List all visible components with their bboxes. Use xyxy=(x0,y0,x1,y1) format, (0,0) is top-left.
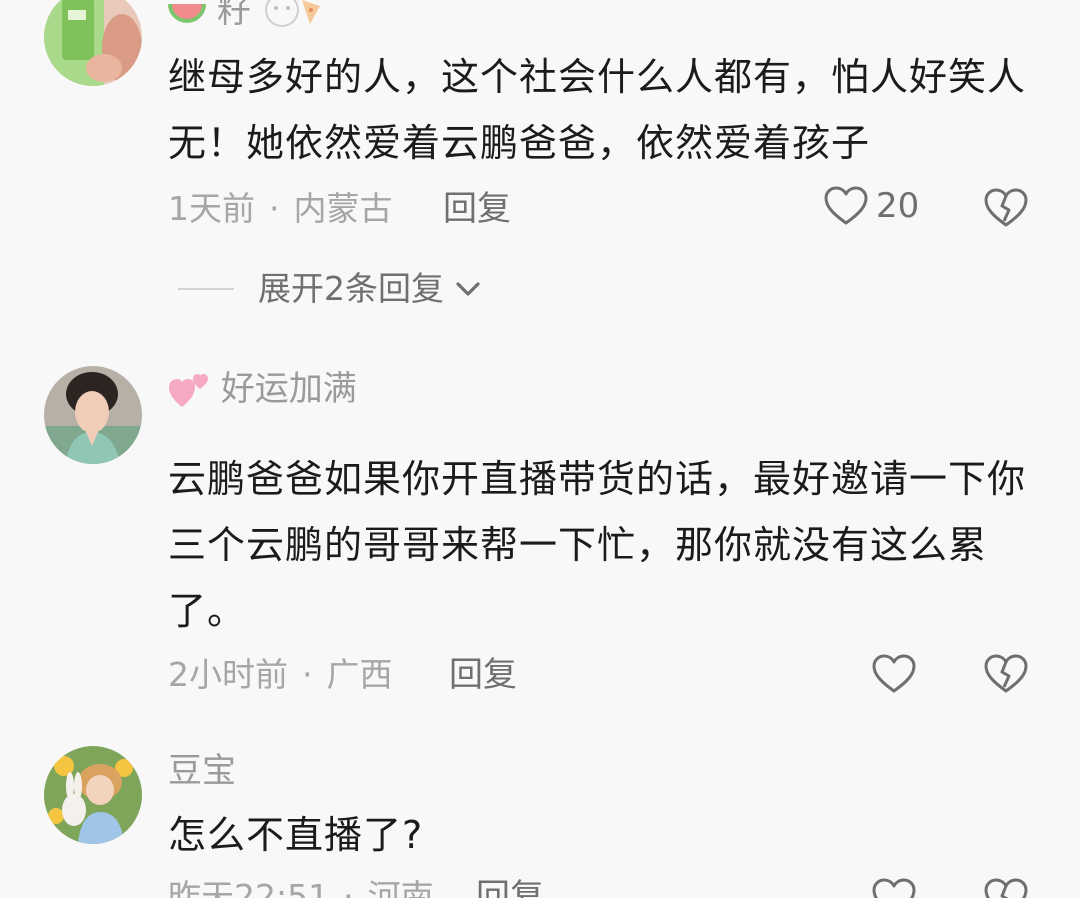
like-count: 20 xyxy=(876,186,920,226)
comment-location: 河南 xyxy=(367,877,434,898)
reply-button[interactable]: 回复 xyxy=(443,192,511,226)
username[interactable]: 籽 xyxy=(168,0,322,30)
avatar[interactable] xyxy=(44,366,142,464)
comment-text: 怎么不直播了? xyxy=(168,813,424,857)
heart-outline-icon xyxy=(872,654,916,693)
comment-meta: 昨天22:51 · 河南 xyxy=(168,880,434,898)
like-button[interactable] xyxy=(872,878,916,898)
expand-replies-button[interactable]: 展开2条回复 xyxy=(178,272,482,305)
username[interactable]: 好运加满 xyxy=(168,372,357,409)
comment-meta: 1天前 · 内蒙古 xyxy=(168,189,393,228)
comment-text: 继母多好的人，这个社会什么人都有，怕人好笑人无！她依然爱着云鹏爸爸，依然爱着孩子 xyxy=(168,55,1027,165)
reply-button[interactable]: 回复 xyxy=(449,658,517,692)
dislike-button[interactable] xyxy=(984,188,1028,232)
broken-heart-icon xyxy=(984,654,1028,693)
dislike-button[interactable] xyxy=(984,878,1028,898)
comment-list: 籽 继母多好的人，这个社会什么人都有，怕人好笑人无！她依然爱着云鹏爸爸，依然爱着… xyxy=(0,0,1080,898)
comment-time: 1天前 xyxy=(168,189,255,228)
expand-replies-label: 展开2条回复 xyxy=(258,269,444,308)
dislike-button[interactable] xyxy=(984,654,1028,698)
watermelon-emoji-icon xyxy=(168,3,206,23)
username-text: 好运加满 xyxy=(220,369,357,409)
comment-meta: 2小时前 · 广西 xyxy=(168,655,393,694)
username-text: 籽 xyxy=(216,0,251,31)
face-emoji-icon xyxy=(264,0,320,27)
pink-hearts-emoji-icon xyxy=(169,373,208,407)
chevron-down-icon xyxy=(456,281,480,296)
comment-text: 云鹏爸爸如果你开直播带货的话，最好邀请一下你三个云鹏的哥哥来帮一下忙，那你就没有… xyxy=(168,457,1027,633)
like-button[interactable]: 20 xyxy=(824,186,919,226)
broken-heart-icon xyxy=(984,878,1028,898)
like-button[interactable] xyxy=(872,654,916,694)
username[interactable]: 豆宝 xyxy=(168,754,236,788)
heart-outline-icon xyxy=(824,186,868,225)
avatar[interactable] xyxy=(44,746,142,844)
divider xyxy=(178,287,234,290)
broken-heart-icon xyxy=(984,188,1028,227)
heart-outline-icon xyxy=(872,878,916,898)
comment-location: 内蒙古 xyxy=(293,189,393,228)
comment-location: 广西 xyxy=(326,655,393,694)
comment-time: 2小时前 xyxy=(168,655,288,694)
reply-button[interactable]: 回复 xyxy=(476,880,544,898)
comment-time: 昨天22:51 xyxy=(168,877,330,898)
avatar[interactable] xyxy=(44,0,142,86)
